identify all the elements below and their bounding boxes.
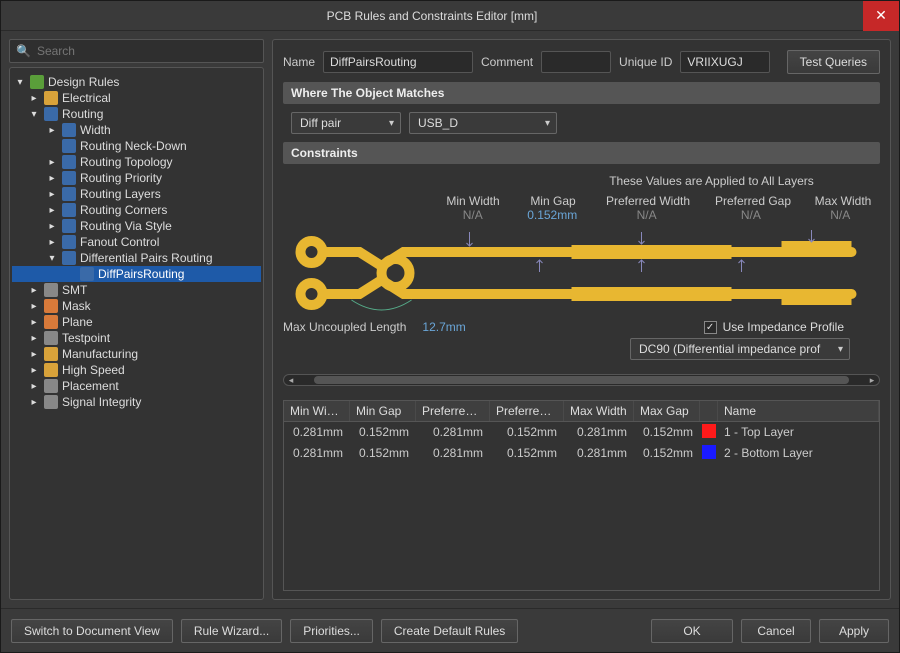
table-row[interactable]: 0.281mm0.152mm0.281mm0.152mm0.281mm0.152…	[284, 422, 879, 443]
rule-uid-input[interactable]	[680, 51, 770, 73]
diffpair-diagram	[283, 228, 880, 318]
priority-icon	[62, 171, 76, 185]
tree-layers[interactable]: ▸Routing Layers	[12, 186, 261, 202]
checkbox-icon: ✓	[704, 321, 717, 334]
match-value-select[interactable]: USB_D	[409, 112, 557, 134]
col-ming[interactable]: Min Gap	[350, 401, 416, 421]
signal-icon	[44, 395, 58, 409]
tree-electrical[interactable]: ▸Electrical	[12, 90, 261, 106]
test-queries-button[interactable]: Test Queries	[787, 50, 880, 74]
tree-smt[interactable]: ▸SMT	[12, 282, 261, 298]
match-scope-select[interactable]: Diff pair	[291, 112, 401, 134]
max-uncoupled-label: Max Uncoupled Length	[283, 320, 406, 334]
close-button[interactable]: ✕	[863, 1, 899, 31]
max-uncoupled-value: 12.7mm	[422, 320, 465, 334]
highspeed-icon	[44, 363, 58, 377]
rule-icon	[80, 267, 94, 281]
rules-icon	[30, 75, 44, 89]
rule-wizard-button[interactable]: Rule Wizard...	[181, 619, 282, 643]
rule-name-input[interactable]	[323, 51, 473, 73]
name-label: Name	[283, 55, 315, 69]
scroll-right-icon[interactable]: ▸	[865, 375, 879, 385]
param-labels: Min Width Min Gap Preferred Width Prefer…	[433, 194, 880, 208]
layer-color-swatch	[702, 445, 716, 459]
routing-icon	[44, 107, 58, 121]
layer-color-swatch	[702, 424, 716, 438]
tree-diffpairs-rule[interactable]: DiffPairsRouting	[12, 266, 261, 282]
tree-fanout[interactable]: ▸Fanout Control	[12, 234, 261, 250]
manufacturing-icon	[44, 347, 58, 361]
viastyle-icon	[62, 219, 76, 233]
tree-mask[interactable]: ▸Mask	[12, 298, 261, 314]
create-defaults-button[interactable]: Create Default Rules	[381, 619, 518, 643]
priorities-button[interactable]: Priorities...	[290, 619, 373, 643]
tree-plane[interactable]: ▸Plane	[12, 314, 261, 330]
col-minw[interactable]: Min Width	[284, 401, 350, 421]
impedance-profile-select[interactable]: DC90 (Differential impedance prof	[630, 338, 850, 360]
match-header: Where The Object Matches	[283, 82, 880, 104]
tree-viastyle[interactable]: ▸Routing Via Style	[12, 218, 261, 234]
titlebar: PCB Rules and Constraints Editor [mm] ✕	[1, 1, 899, 31]
applied-text: These Values are Applied to All Layers	[543, 174, 880, 188]
corners-icon	[62, 203, 76, 217]
smt-icon	[44, 283, 58, 297]
tree-root[interactable]: ▾Design Rules	[12, 74, 261, 90]
topology-icon	[62, 155, 76, 169]
comment-label: Comment	[481, 55, 533, 69]
table-row[interactable]: 0.281mm0.152mm0.281mm0.152mm0.281mm0.152…	[284, 443, 879, 464]
use-impedance-checkbox[interactable]: ✓ Use Impedance Profile	[704, 320, 844, 334]
apply-button[interactable]: Apply	[819, 619, 889, 643]
switch-view-button[interactable]: Switch to Document View	[11, 619, 173, 643]
col-maxw[interactable]: Max Width	[564, 401, 634, 421]
search-icon: 🔍	[16, 44, 31, 58]
placement-icon	[44, 379, 58, 393]
plane-icon	[44, 315, 58, 329]
tree-placement[interactable]: ▸Placement	[12, 378, 261, 394]
uid-label: Unique ID	[619, 55, 672, 69]
search-box[interactable]: 🔍	[9, 39, 264, 63]
main-panel: Name Comment Unique ID Test Queries Wher…	[272, 39, 891, 600]
fanout-icon	[62, 235, 76, 249]
col-color[interactable]	[700, 401, 718, 421]
tree-manufacturing[interactable]: ▸Manufacturing	[12, 346, 261, 362]
tree-routing[interactable]: ▾Routing	[12, 106, 261, 122]
tree-priority[interactable]: ▸Routing Priority	[12, 170, 261, 186]
col-name[interactable]: Name	[718, 401, 879, 421]
col-prefw[interactable]: Preferred ...	[416, 401, 490, 421]
tree-testpoint[interactable]: ▸Testpoint	[12, 330, 261, 346]
tree-neckdown[interactable]: Routing Neck-Down	[12, 138, 261, 154]
tree-width[interactable]: ▸Width	[12, 122, 261, 138]
sidebar: 🔍 ▾Design Rules ▸Electrical ▾Routing ▸Wi…	[9, 39, 264, 600]
tree-topology[interactable]: ▸Routing Topology	[12, 154, 261, 170]
col-prefg[interactable]: Preferred ...	[490, 401, 564, 421]
col-maxg[interactable]: Max Gap	[634, 401, 700, 421]
param-values: N/A 0.152mm N/A N/A N/A	[433, 208, 880, 222]
layers-icon	[62, 187, 76, 201]
tree-corners[interactable]: ▸Routing Corners	[12, 202, 261, 218]
cancel-button[interactable]: Cancel	[741, 619, 811, 643]
grid-header[interactable]: Min Width Min Gap Preferred ... Preferre…	[284, 401, 879, 422]
scroll-left-icon[interactable]: ◂	[284, 375, 298, 385]
horizontal-scrollbar[interactable]: ◂ ▸	[283, 374, 880, 386]
diffpairs-icon	[62, 251, 76, 265]
testpoint-icon	[44, 331, 58, 345]
footer: Switch to Document View Rule Wizard... P…	[1, 608, 899, 652]
rules-tree[interactable]: ▾Design Rules ▸Electrical ▾Routing ▸Widt…	[9, 67, 264, 600]
ok-button[interactable]: OK	[651, 619, 733, 643]
width-icon	[62, 123, 76, 137]
search-input[interactable]	[37, 44, 257, 58]
electrical-icon	[44, 91, 58, 105]
scroll-thumb[interactable]	[314, 376, 849, 384]
neckdown-icon	[62, 139, 76, 153]
mask-icon	[44, 299, 58, 313]
tree-diffpairs[interactable]: ▾Differential Pairs Routing	[12, 250, 261, 266]
tree-signal[interactable]: ▸Signal Integrity	[12, 394, 261, 410]
tree-highspeed[interactable]: ▸High Speed	[12, 362, 261, 378]
layer-grid[interactable]: Min Width Min Gap Preferred ... Preferre…	[283, 400, 880, 591]
rule-comment-input[interactable]	[541, 51, 611, 73]
constraints-header: Constraints	[283, 142, 880, 164]
window-title: PCB Rules and Constraints Editor [mm]	[1, 9, 863, 23]
